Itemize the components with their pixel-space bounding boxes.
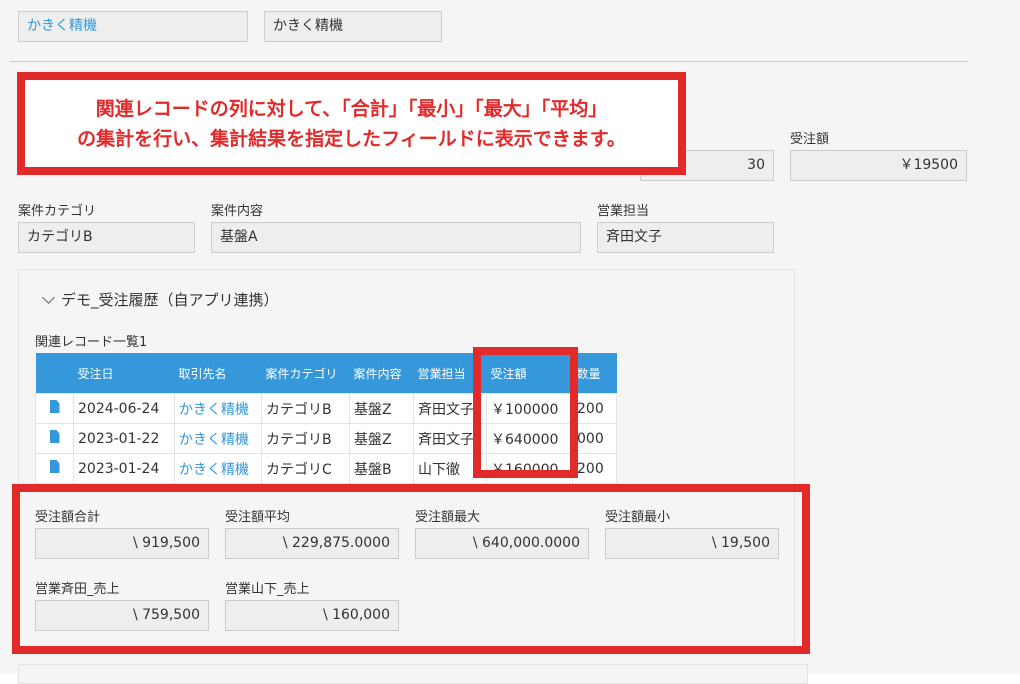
customer-name-field-2[interactable]: かきく精機 bbox=[264, 11, 442, 42]
column-header: 数量 bbox=[572, 353, 617, 394]
annotation-callout: 関連レコードの列に対して、「合計」「最小」「最大」「平均」 の集計を行い、集計結… bbox=[17, 72, 686, 175]
amount-field[interactable]: ￥19500 bbox=[790, 150, 967, 181]
table-cell: カテゴリB bbox=[261, 393, 350, 424]
amount-label: 受注額 bbox=[790, 132, 830, 147]
quantity-value: 30 bbox=[747, 157, 765, 173]
table-cell: 基盤B bbox=[349, 453, 414, 484]
record-link-cell[interactable] bbox=[35, 393, 74, 424]
sales-rep-label: 営業担当 bbox=[597, 204, 650, 219]
content-value: 基盤A bbox=[220, 229, 258, 245]
table-cell: 200 bbox=[572, 453, 617, 484]
summary-highlight bbox=[12, 484, 810, 654]
annotation-line-2: の集計を行い、集計結果を指定したフィールドに表示できます。 bbox=[77, 127, 626, 150]
chevron-down-icon bbox=[42, 291, 55, 304]
annotation-callout-body: 関連レコードの列に対して、「合計」「最小」「最大」「平均」 の集計を行い、集計結… bbox=[25, 80, 678, 167]
content-field[interactable]: 基盤A bbox=[211, 222, 581, 253]
table-cell-link[interactable]: かきく精機 bbox=[174, 453, 262, 484]
category-label: 案件カテゴリ bbox=[18, 204, 97, 219]
table-cell: 基盤Z bbox=[349, 423, 414, 454]
table-cell: 2023-01-22 bbox=[73, 423, 175, 454]
table-cell: 000 bbox=[572, 423, 617, 454]
column-header: 案件カテゴリ bbox=[261, 353, 350, 394]
table-cell: 200 bbox=[572, 393, 617, 424]
next-section-panel bbox=[18, 664, 808, 684]
table-cell: カテゴリB bbox=[261, 423, 350, 454]
amount-column-highlight bbox=[473, 347, 578, 478]
record-page: かきく精機 かきく精機 30 受注額 ￥19500 関連レコードの列に対して、「… bbox=[0, 0, 1020, 684]
section-divider bbox=[10, 61, 968, 62]
icon-column-header bbox=[35, 353, 74, 394]
table-cell: 基盤Z bbox=[349, 393, 414, 424]
category-field[interactable]: カテゴリB bbox=[18, 222, 195, 253]
table-cell: カテゴリC bbox=[261, 453, 350, 484]
column-header: 案件内容 bbox=[349, 353, 414, 394]
table-cell: 2023-01-24 bbox=[73, 453, 175, 484]
document-icon[interactable] bbox=[49, 430, 60, 443]
column-header: 受注日 bbox=[73, 353, 175, 394]
document-icon[interactable] bbox=[49, 460, 60, 473]
group-title: デモ_受注履歴（自アプリ連携） bbox=[61, 291, 279, 309]
group-header[interactable]: デモ_受注履歴（自アプリ連携） bbox=[42, 289, 279, 310]
sales-rep-value: 斉田文子 bbox=[606, 229, 662, 245]
table-cell: 2024-06-24 bbox=[73, 393, 175, 424]
related-records-label: 関連レコード一覧1 bbox=[35, 335, 148, 350]
category-value: カテゴリB bbox=[27, 229, 93, 245]
table-cell-link[interactable]: かきく精機 bbox=[174, 423, 262, 454]
sales-rep-field[interactable]: 斉田文子 bbox=[597, 222, 774, 253]
customer-name-field[interactable]: かきく精機 bbox=[18, 11, 248, 42]
document-icon[interactable] bbox=[49, 400, 60, 413]
table-cell-link[interactable]: かきく精機 bbox=[174, 393, 262, 424]
record-link-cell[interactable] bbox=[35, 423, 74, 454]
column-header: 取引先名 bbox=[174, 353, 262, 394]
customer-name-value: かきく精機 bbox=[27, 18, 97, 34]
record-link-cell[interactable] bbox=[35, 453, 74, 484]
content-label: 案件内容 bbox=[211, 204, 264, 219]
customer-name-2-value: かきく精機 bbox=[273, 18, 343, 34]
annotation-line-1: 関連レコードの列に対して、「合計」「最小」「最大」「平均」 bbox=[95, 97, 608, 120]
amount-value: ￥19500 bbox=[899, 157, 958, 173]
